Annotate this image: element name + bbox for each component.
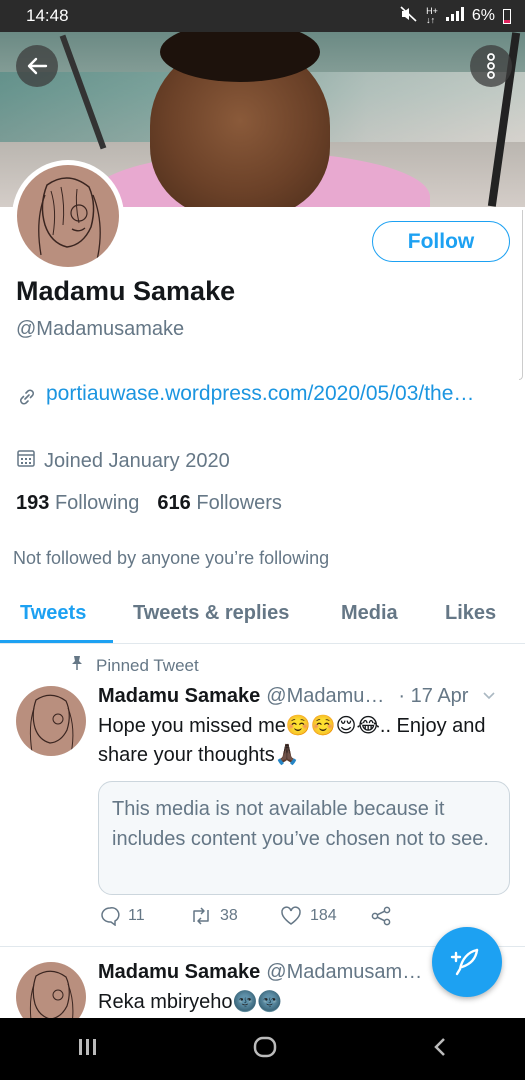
tab-tweets[interactable]: Tweets — [20, 602, 86, 625]
battery-level: 6% — [471, 7, 495, 24]
compose-feather-icon — [450, 948, 479, 976]
tab-tweets-replies[interactable]: Tweets & replies — [133, 602, 289, 625]
tweet-avatar[interactable] — [16, 686, 86, 756]
reply-icon — [101, 907, 120, 926]
share-button[interactable] — [370, 906, 460, 926]
retweet-button[interactable]: 38 — [190, 906, 280, 926]
following-count: 193 — [16, 492, 50, 514]
network-icon: H+ ↓↑ — [426, 6, 438, 25]
tweet-text: Hope you missed me☺️☺️😌😂.. Enjoy and sha… — [98, 715, 486, 766]
home-button[interactable] — [252, 1035, 278, 1064]
following-count-link[interactable]: 193 Following — [16, 492, 139, 515]
profile-name: Madamu Samake — [16, 276, 236, 306]
profile-tabs: Tweets Tweets & replies Media Likes — [0, 590, 525, 644]
more-vertical-icon — [487, 53, 495, 79]
profile-website[interactable]: portiauwase.wordpress.com/2020/05/03/the… — [16, 378, 486, 413]
tab-media[interactable]: Media — [341, 602, 398, 625]
status-bar: 14:48 H+ ↓↑ 6% — [0, 0, 525, 32]
signal-icon — [445, 6, 464, 26]
follow-counts: 193 Following 616 Followers — [16, 492, 282, 515]
tweet-header: Madamu Samake @Madamusam… — [98, 961, 422, 984]
followers-count-link[interactable]: 616 Followers — [157, 492, 282, 515]
chevron-down-icon[interactable] — [482, 685, 496, 708]
compose-tweet-button[interactable] — [432, 927, 502, 997]
back-chevron-icon — [433, 1037, 445, 1056]
more-options-button[interactable] — [470, 45, 512, 87]
profile-handle: @Madamusamake — [16, 318, 185, 340]
followers-count: 616 — [157, 492, 191, 514]
calendar-icon — [16, 448, 36, 474]
tweet-handle: @Madamu… — [266, 685, 385, 707]
tweet-handle: @Madamusam… — [266, 961, 423, 983]
home-icon — [253, 1036, 276, 1057]
retweet-icon — [193, 907, 209, 925]
tweet-header: Madamu Samake @Madamu… · 17 Apr — [98, 685, 496, 708]
back-button[interactable] — [16, 45, 58, 87]
system-navigation-bar — [0, 1018, 525, 1080]
joined-text: Joined January 2020 — [44, 449, 230, 472]
not-followed-notice: Not followed by anyone you’re following — [13, 548, 330, 568]
retweet-count: 38 — [220, 907, 238, 924]
link-icon — [16, 378, 38, 413]
tweet-author[interactable]: Madamu Samake — [98, 685, 260, 708]
recent-apps-button[interactable] — [77, 1037, 99, 1062]
website-link[interactable]: portiauwase.wordpress.com/2020/05/03/the… — [46, 378, 474, 413]
reply-button[interactable]: 11 — [100, 906, 190, 926]
joined-date: Joined January 2020 — [16, 448, 230, 474]
pinned-label: Pinned Tweet — [96, 655, 199, 675]
heart-icon — [281, 906, 301, 925]
media-unavailable-notice[interactable]: This media is not available because it i… — [98, 781, 510, 895]
pinned-indicator: Pinned Tweet — [70, 655, 199, 676]
avatar-illustration — [38, 177, 101, 261]
tweet-date: · 17 Apr — [398, 685, 469, 707]
system-back-button[interactable] — [431, 1036, 449, 1063]
mute-icon — [400, 5, 418, 27]
following-label: Following — [54, 492, 140, 514]
like-button[interactable]: 184 — [280, 906, 370, 926]
tweet-actions: 11 38 184 — [100, 906, 460, 926]
reply-count: 11 — [128, 907, 145, 924]
active-tab-indicator — [0, 640, 113, 643]
follow-button[interactable]: Follow — [372, 221, 510, 262]
status-time: 14:48 — [26, 6, 69, 25]
share-icon — [371, 906, 391, 926]
like-count: 184 — [310, 907, 337, 924]
followers-label: Followers — [196, 492, 282, 514]
scrollbar[interactable] — [519, 210, 523, 380]
battery-icon — [503, 8, 511, 24]
tweet-author[interactable]: Madamu Samake — [98, 961, 260, 984]
tab-likes[interactable]: Likes — [445, 602, 496, 625]
pin-icon — [70, 655, 84, 676]
arrow-left-icon — [27, 57, 48, 75]
recent-apps-icon — [78, 1038, 96, 1055]
tweet-text: Reka mbiryeho🌚🌚 — [98, 991, 283, 1013]
profile-avatar[interactable] — [12, 160, 124, 272]
